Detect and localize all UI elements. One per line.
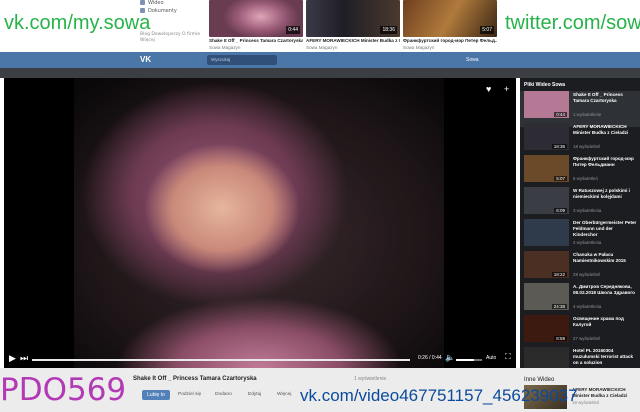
video-frame[interactable] xyxy=(74,78,444,368)
top-thumb-title[interactable]: Франкфуртский город-мэр Петер Фельд... xyxy=(403,38,497,43)
playlist-item-views: 4 wyświetlenia xyxy=(573,304,602,309)
playlist-thumb[interactable]: 5:07 xyxy=(524,155,569,182)
next-icon[interactable]: ⏭ xyxy=(20,353,28,364)
playlist-thumb[interactable]: 0:44 xyxy=(524,91,569,118)
side-playlist: Pliki Wideo Sowa 0:44 Shake It Off _ Prin… xyxy=(520,78,640,374)
playlist-item[interactable]: 0:44 Shake It Off _ Princess Tamara Czart… xyxy=(520,91,640,127)
playlist-thumb[interactable]: 18:22 xyxy=(524,251,569,278)
playlist-item[interactable]: 6:09 W Ratuszowej z polskimi i niemieckim… xyxy=(520,187,640,223)
playlist-item-title[interactable]: Франкфуртский город-мэр Питер Фельдманн xyxy=(573,156,637,168)
duration-badge: 18:22 xyxy=(551,272,567,277)
playlist-thumb[interactable]: 8:59 xyxy=(524,315,569,342)
add-to-playlist-icon[interactable]: + xyxy=(504,84,509,94)
playlist-item-title[interactable]: Освящение храма под Калугой xyxy=(573,316,637,328)
playlist-item[interactable]: 24:38 A. Дмитров Середняковa, 08.02.2018 … xyxy=(520,283,640,319)
duration-badge: 18:36 xyxy=(551,144,567,149)
playlist-item[interactable]: 18:36 AFERY MORAWIECKICH Minister Budka z… xyxy=(520,123,640,159)
duration-badge: 0:44 xyxy=(286,26,300,34)
duration-badge: 5:07 xyxy=(554,176,567,181)
playlist-item-title[interactable]: Der Oberbürgermeister Peter Feldmann und… xyxy=(573,220,637,238)
playlist-item-views: 1 wyświetlenie xyxy=(573,112,602,117)
playlist-item-views: 3 wyświetlenia xyxy=(573,208,602,213)
playlist-thumb[interactable]: 6:09 xyxy=(524,187,569,214)
playlist-item-views: 28 wyświetleń xyxy=(573,272,601,277)
top-thumb-source[interactable]: Sowa Magazyn xyxy=(306,45,337,50)
duration-badge: 8:59 xyxy=(554,336,567,341)
search-input[interactable]: Wyszukaj xyxy=(207,55,277,65)
heart-icon[interactable]: ♥ xyxy=(486,84,491,94)
top-thumb-3[interactable]: 5:07 xyxy=(403,0,497,37)
volume-icon[interactable]: 🔈 xyxy=(445,353,455,362)
playlist-thumb[interactable] xyxy=(524,219,569,246)
view-count: 1 wyświetlenie xyxy=(354,376,387,382)
edit-button[interactable]: Edytuj xyxy=(248,392,261,397)
time-readout: 0:26 / 0:44 xyxy=(418,355,442,361)
playlist-item-views: 5 wyświetleń xyxy=(573,176,598,181)
playlist-item-title[interactable]: Chanuka w Pałacu Namiestnikowskim 2015 xyxy=(573,252,637,264)
other-videos-header: Inne Wideo xyxy=(524,377,555,383)
quality-button[interactable]: Auto xyxy=(486,355,496,361)
top-thumb-source[interactable]: Sowa Magazyn xyxy=(403,45,434,50)
playlist-item-views: 18 wyświetleń xyxy=(573,144,601,149)
fullscreen-icon[interactable]: ⛶ xyxy=(505,352,511,362)
playlist-item-views: 2 wyświetlenia xyxy=(573,240,602,245)
vk-logo[interactable]: VK xyxy=(140,55,153,65)
seek-progress xyxy=(32,359,410,361)
playlist-item-title[interactable]: W Ratuszowej z polskimi i niemieckimi ko… xyxy=(573,188,637,200)
playlist-item[interactable]: Der Oberbürgermeister Peter Feldmann und… xyxy=(520,219,640,255)
top-thumb-title[interactable]: AFERY MORAWIECKICH Minister Budka z Ciel… xyxy=(306,38,400,43)
more-button[interactable]: Więcej xyxy=(277,392,291,397)
added-button[interactable]: Dodano xyxy=(215,392,232,397)
video-icon xyxy=(140,0,145,5)
playlist-item-title[interactable]: Shake It Off _ Princess Tamara Czartorys… xyxy=(573,92,637,104)
top-thumb-source[interactable]: Sowa Magazyn xyxy=(209,45,240,50)
overlay-band xyxy=(0,68,640,78)
duration-badge: 18:36 xyxy=(380,26,397,34)
video-player[interactable] xyxy=(4,78,516,368)
sidebar-item-label: Dokumenty xyxy=(148,8,177,14)
playlist-item-title[interactable]: AFERY MORAWIECKICH Minister Budka z Ciel… xyxy=(573,124,637,136)
watermark-right: twitter.com/sowa xyxy=(505,12,640,34)
vk-header: VK Wyszukaj Sowa xyxy=(0,52,640,68)
sidebar-item-label: Wideo xyxy=(148,0,164,6)
volume-level xyxy=(456,359,475,361)
duration-badge: 6:09 xyxy=(554,208,567,213)
top-thumb-1[interactable]: 0:44 xyxy=(209,0,303,37)
playlist-item[interactable]: 5:07 Франкфуртский город-мэр Питер Фельдм… xyxy=(520,155,640,191)
watermark-video-url: vk.com/video467751157_456239037 xyxy=(300,386,578,405)
play-icon[interactable]: ▶ xyxy=(9,353,16,364)
watermark-left: vk.com/my.sowa xyxy=(4,12,151,34)
top-thumb-title[interactable]: Shake It Off _ Princess Tamara Czartorys… xyxy=(209,38,303,43)
watermark-code: PDO569 xyxy=(0,372,127,408)
playlist-item-title[interactable]: Hotel PL 20160304 muzułumski terrorist a… xyxy=(573,348,637,366)
playlist-thumb[interactable]: 24:38 xyxy=(524,283,569,310)
other-video-title[interactable]: AFERY MORAWIECKICH Minister Budka z Ciel… xyxy=(572,387,638,399)
like-button[interactable]: Lubię to xyxy=(142,390,170,400)
top-thumb-2[interactable]: 18:36 xyxy=(306,0,400,37)
playlist-item[interactable]: 18:22 Chanuka w Pałacu Namiestnikowskim 2… xyxy=(520,251,640,287)
playlist-header: Pliki Wideo Sowa xyxy=(524,82,566,88)
duration-badge: 24:38 xyxy=(551,304,567,309)
playlist-item-views: 27 wyświetleń xyxy=(573,336,601,341)
playlist-item[interactable]: 8:59 Освящение храма под Калугой 27 wyświe… xyxy=(520,315,640,351)
user-name[interactable]: Sowa xyxy=(466,55,479,65)
video-title: Shake It Off _ Princess Tamara Czartorys… xyxy=(133,376,257,382)
duration-badge: 5:07 xyxy=(480,26,494,34)
sidebar-item-video[interactable]: Wideo xyxy=(140,0,164,6)
playlist-thumb[interactable]: 18:36 xyxy=(524,123,569,150)
duration-badge: 0:44 xyxy=(554,112,567,117)
share-button[interactable]: Podziel się xyxy=(178,392,201,397)
playlist-item-title[interactable]: A. Дмитров Середняковa, 08.02.2018 Школа… xyxy=(573,284,637,296)
